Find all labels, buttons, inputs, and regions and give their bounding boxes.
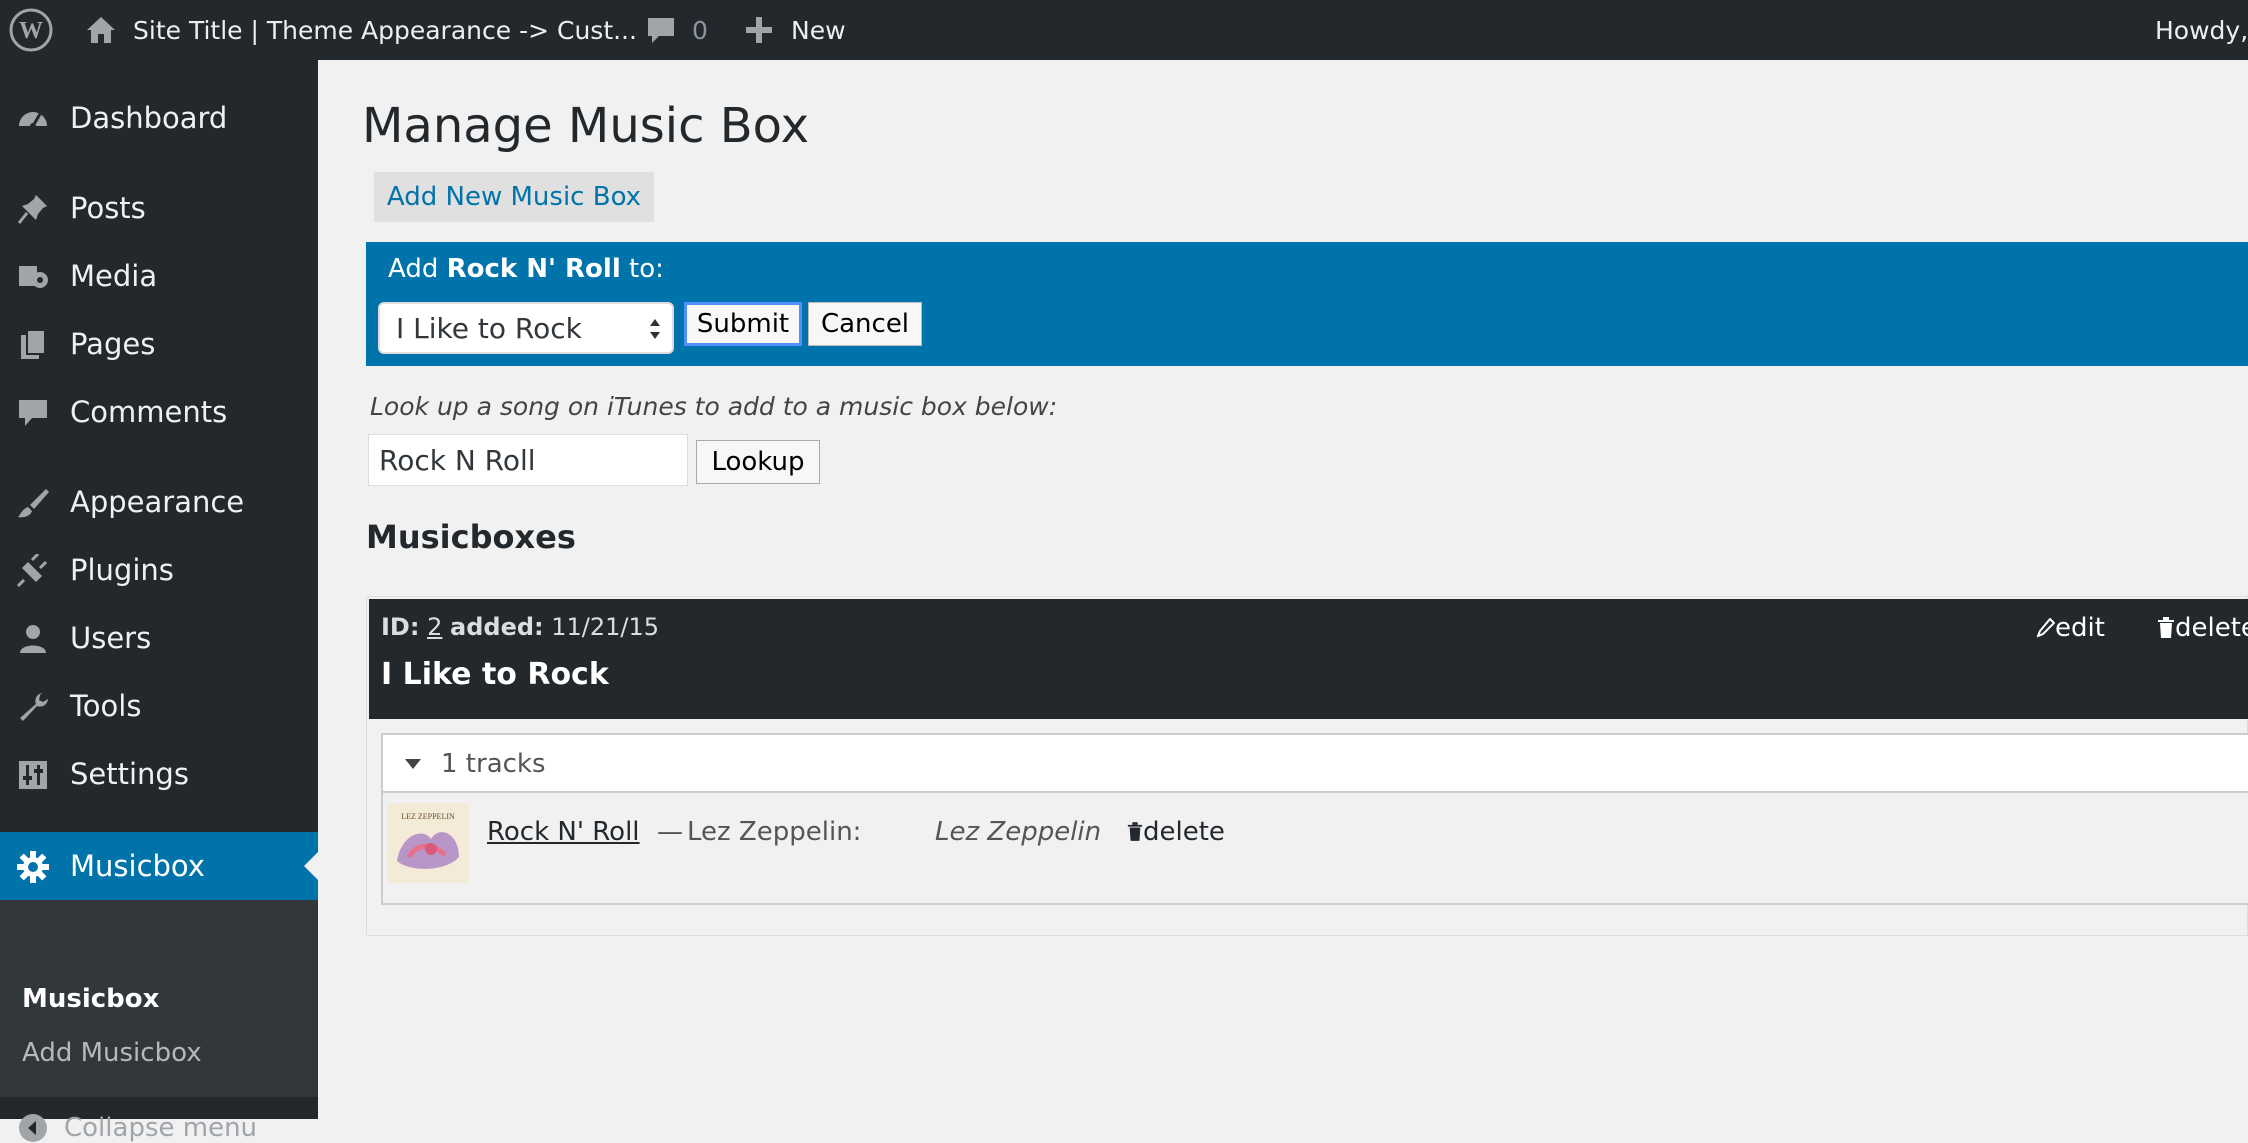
delete-label: delete — [2175, 613, 2248, 643]
music-box-card: ID: 2 added: 11/21/15 I Like to Rock edi… — [366, 596, 2248, 936]
sidebar-item-appearance[interactable]: Appearance — [0, 468, 318, 536]
delete-music-box-link[interactable]: delete — [2157, 613, 2248, 643]
comments-count[interactable]: 0 — [692, 0, 708, 60]
media-icon — [19, 266, 48, 288]
collapse-arrow-icon — [19, 1114, 47, 1142]
added-label: added: — [450, 613, 544, 641]
edit-label: edit — [2055, 613, 2105, 643]
music-box-select[interactable]: I Like to Rock — [378, 302, 674, 354]
sidebar-item-label: Musicbox — [70, 849, 205, 883]
track-title-link[interactable]: Rock N' Roll — [487, 817, 640, 847]
notice-prefix: Add — [388, 254, 447, 284]
sidebar-item-posts[interactable]: Posts — [0, 174, 318, 242]
lookup-button[interactable]: Lookup — [696, 440, 820, 484]
submit-button[interactable]: Submit — [684, 302, 802, 346]
sidebar-item-label: Pages — [70, 327, 156, 361]
add-song-notice: Add Rock N' Roll to: I Like to Rock Subm… — [366, 242, 2248, 366]
dashboard-icon — [19, 112, 47, 129]
album-art-thumbnail: LEZ ZEPPELIN — [387, 803, 469, 883]
submenu: Musicbox Add Musicbox — [0, 900, 318, 1097]
wrench-icon — [20, 693, 48, 721]
active-menu-arrow — [304, 852, 318, 880]
svg-text:W: W — [19, 18, 43, 44]
user-icon — [20, 625, 46, 653]
wordpress-logo-icon[interactable]: W — [8, 0, 54, 60]
pages-icon — [21, 329, 46, 359]
trash-icon — [1127, 822, 1143, 841]
sidebar-item-dashboard[interactable]: Dashboard — [0, 84, 318, 152]
submenu-item-musicbox[interactable]: Musicbox — [22, 984, 159, 1014]
pencil-icon — [2037, 618, 2055, 638]
sidebar-item-label: Media — [70, 259, 158, 293]
submenu-item-add-musicbox[interactable]: Add Musicbox — [22, 1038, 202, 1068]
notice-song-name: Rock N' Roll — [446, 254, 621, 284]
admin-bar: W Site Title | Theme Appearance -> Cust.… — [0, 0, 2248, 60]
comment-bubble-icon[interactable] — [645, 0, 677, 60]
collapse-menu-label: Collapse menu — [64, 1113, 258, 1143]
add-new-music-box-button[interactable]: Add New Music Box — [374, 172, 654, 222]
sidebar-item-settings[interactable]: Settings — [0, 740, 318, 808]
edit-music-box-link[interactable]: edit — [2037, 613, 2105, 643]
sidebar-item-label: Users — [70, 621, 152, 655]
plug-icon — [16, 554, 48, 588]
lookup-label: Look up a song on iTunes to add to a mus… — [370, 392, 1058, 421]
sidebar-item-label: Comments — [70, 395, 228, 429]
added-date: 11/21/15 — [551, 613, 660, 641]
sidebar-item-label: Plugins — [70, 553, 174, 587]
music-box-meta: ID: 2 added: 11/21/15 — [381, 613, 659, 641]
brush-icon — [18, 489, 49, 518]
howdy-user-menu[interactable]: Howdy, — [2155, 0, 2248, 60]
sliders-icon — [19, 761, 47, 789]
musicboxes-heading: Musicboxes — [366, 518, 576, 556]
site-title-link[interactable]: Site Title | Theme Appearance -> Cust... — [133, 0, 637, 60]
notice-suffix: to: — [620, 254, 664, 284]
sidebar-item-label: Appearance — [70, 485, 245, 519]
sidebar-item-plugins[interactable]: Plugins — [0, 536, 318, 604]
sidebar-item-media[interactable]: Media — [0, 242, 318, 310]
trash-icon — [2158, 617, 2174, 638]
comment-icon — [19, 400, 47, 426]
pin-icon — [17, 195, 47, 224]
collapse-menu-button[interactable]: Collapse menu — [18, 1113, 257, 1143]
sidebar-item-label: Dashboard — [70, 101, 228, 135]
cancel-button[interactable]: Cancel — [808, 302, 922, 346]
main-content: Manage Music Box Add New Music Box Add R… — [318, 60, 2248, 1119]
tracks-count: 1 tracks — [441, 749, 546, 779]
select-arrows-icon — [650, 319, 660, 339]
sidebar-item-users[interactable]: Users — [0, 604, 318, 672]
sidebar-item-pages[interactable]: Pages — [0, 310, 318, 378]
track-separator: — — [657, 817, 683, 847]
sidebar-item-label: Tools — [70, 689, 142, 723]
tracks-toggle[interactable]: 1 tracks — [383, 735, 2248, 793]
music-box-id-link[interactable]: 2 — [427, 613, 442, 641]
track-row: LEZ ZEPPELIN Rock N' Roll — Lez Zeppelin… — [387, 803, 2187, 883]
svg-text:LEZ ZEPPELIN: LEZ ZEPPELIN — [401, 812, 455, 821]
page-title: Manage Music Box — [362, 98, 809, 154]
track-album: Lez Zeppelin — [935, 817, 1102, 847]
delete-track-link[interactable]: delete — [1127, 817, 1225, 847]
admin-sidebar: Dashboard Posts Media Pages Comments App… — [0, 60, 318, 1143]
sidebar-item-comments[interactable]: Comments — [0, 378, 318, 446]
tracks-list: 1 tracks LEZ ZEPPELIN Rock N' Roll — Lez… — [381, 733, 2248, 905]
sidebar-item-musicbox[interactable]: Musicbox — [0, 832, 318, 900]
caret-down-icon — [405, 759, 421, 769]
music-box-name: I Like to Rock — [381, 657, 609, 692]
track-artist: Lez Zeppelin: — [687, 817, 862, 847]
plus-icon[interactable] — [744, 0, 774, 60]
itunes-search-input[interactable] — [368, 434, 688, 486]
sidebar-item-tools[interactable]: Tools — [0, 672, 318, 740]
music-box-select-value: I Like to Rock — [396, 311, 582, 345]
sidebar-item-label: Posts — [70, 191, 146, 225]
gear-icon — [17, 851, 49, 883]
new-content-link[interactable]: New — [791, 0, 846, 60]
music-box-header: ID: 2 added: 11/21/15 I Like to Rock edi… — [369, 599, 2248, 719]
delete-track-label: delete — [1143, 817, 1225, 847]
home-icon[interactable] — [84, 0, 118, 60]
sidebar-item-label: Settings — [70, 757, 189, 791]
id-label: ID: — [381, 613, 420, 641]
notice-text: Add Rock N' Roll to: — [388, 254, 664, 284]
